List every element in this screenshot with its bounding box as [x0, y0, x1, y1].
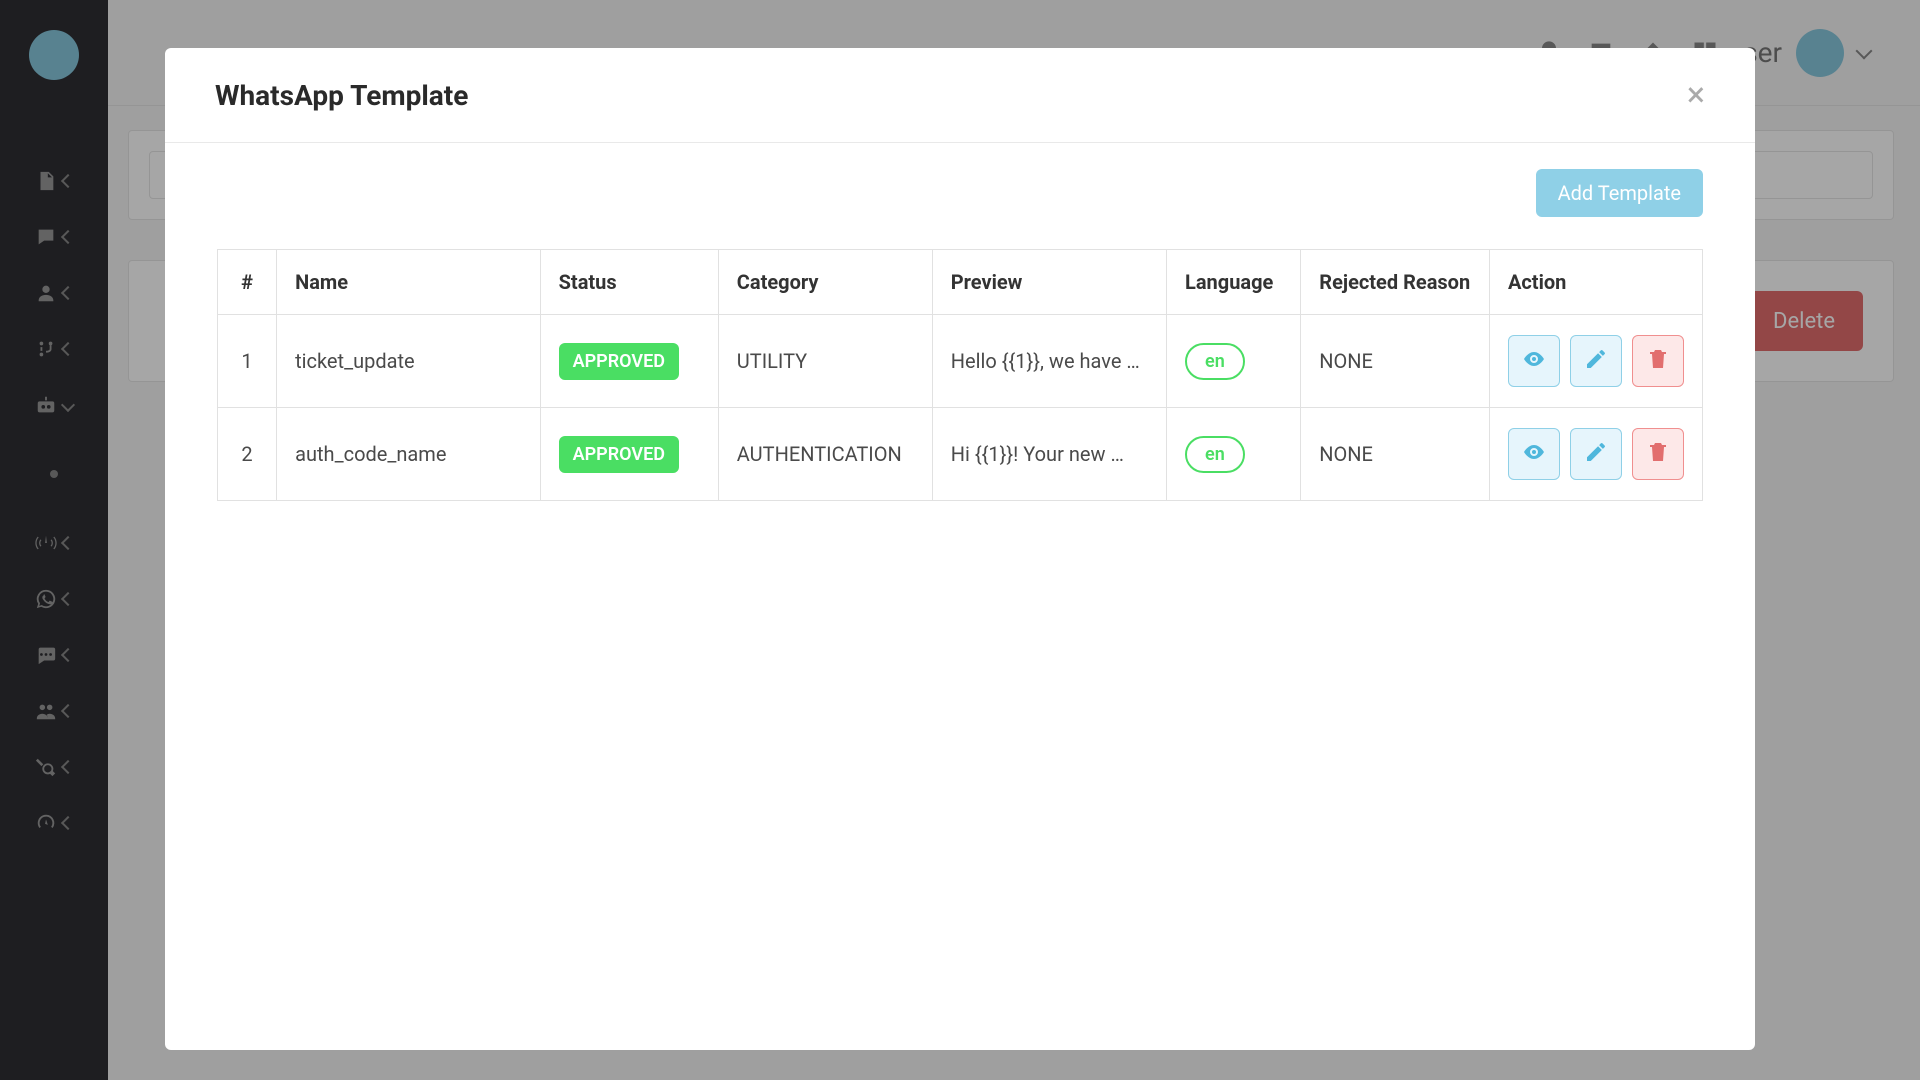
close-button[interactable]: ×	[1687, 78, 1705, 112]
col-preview: Preview	[932, 250, 1166, 315]
language-badge: en	[1185, 436, 1245, 473]
view-button[interactable]	[1508, 335, 1560, 387]
whatsapp-template-modal: WhatsApp Template × Add Template # Name …	[165, 48, 1755, 1050]
cell-category: UTILITY	[718, 315, 932, 408]
cell-language: en	[1167, 315, 1301, 408]
cell-language: en	[1167, 408, 1301, 501]
trash-icon	[1646, 440, 1670, 469]
cell-index: 2	[218, 408, 277, 501]
cell-rejected: NONE	[1301, 315, 1490, 408]
col-rejected: Rejected Reason	[1301, 250, 1490, 315]
col-index: #	[218, 250, 277, 315]
status-badge: APPROVED	[559, 343, 679, 380]
cell-category: AUTHENTICATION	[718, 408, 932, 501]
table-header-row: # Name Status Category Preview Language …	[218, 250, 1703, 315]
cell-rejected: NONE	[1301, 408, 1490, 501]
delete-row-button[interactable]	[1632, 335, 1684, 387]
cell-name: auth_code_name	[277, 408, 541, 501]
cell-index: 1	[218, 315, 277, 408]
col-name: Name	[277, 250, 541, 315]
table-row: 2auth_code_name APPROVED AUTHENTICATIONHi …	[218, 408, 1703, 501]
cell-actions	[1489, 408, 1702, 501]
modal-overlay: WhatsApp Template × Add Template # Name …	[0, 0, 1920, 1080]
edit-button[interactable]	[1570, 335, 1622, 387]
modal-header: WhatsApp Template ×	[165, 48, 1755, 143]
cell-preview: Hello {{1}}, we have …	[932, 315, 1166, 408]
templates-table: # Name Status Category Preview Language …	[217, 249, 1703, 501]
language-badge: en	[1185, 343, 1245, 380]
cell-status: APPROVED	[540, 315, 718, 408]
cell-status: APPROVED	[540, 408, 718, 501]
edit-button[interactable]	[1570, 428, 1622, 480]
col-action: Action	[1489, 250, 1702, 315]
col-language: Language	[1167, 250, 1301, 315]
status-badge: APPROVED	[559, 436, 679, 473]
modal-title: WhatsApp Template	[215, 79, 468, 112]
close-icon: ×	[1687, 75, 1705, 115]
cell-preview: Hi {{1}}! Your new …	[932, 408, 1166, 501]
delete-row-button[interactable]	[1632, 428, 1684, 480]
eye-icon	[1522, 347, 1546, 376]
col-category: Category	[718, 250, 932, 315]
trash-icon	[1646, 347, 1670, 376]
cell-name: ticket_update	[277, 315, 541, 408]
add-template-button[interactable]: Add Template	[1536, 169, 1703, 217]
table-row: 1ticket_update APPROVED UTILITYHello {{1}}…	[218, 315, 1703, 408]
view-button[interactable]	[1508, 428, 1560, 480]
eye-icon	[1522, 440, 1546, 469]
pencil-icon	[1584, 440, 1608, 469]
cell-actions	[1489, 315, 1702, 408]
col-status: Status	[540, 250, 718, 315]
pencil-icon	[1584, 347, 1608, 376]
